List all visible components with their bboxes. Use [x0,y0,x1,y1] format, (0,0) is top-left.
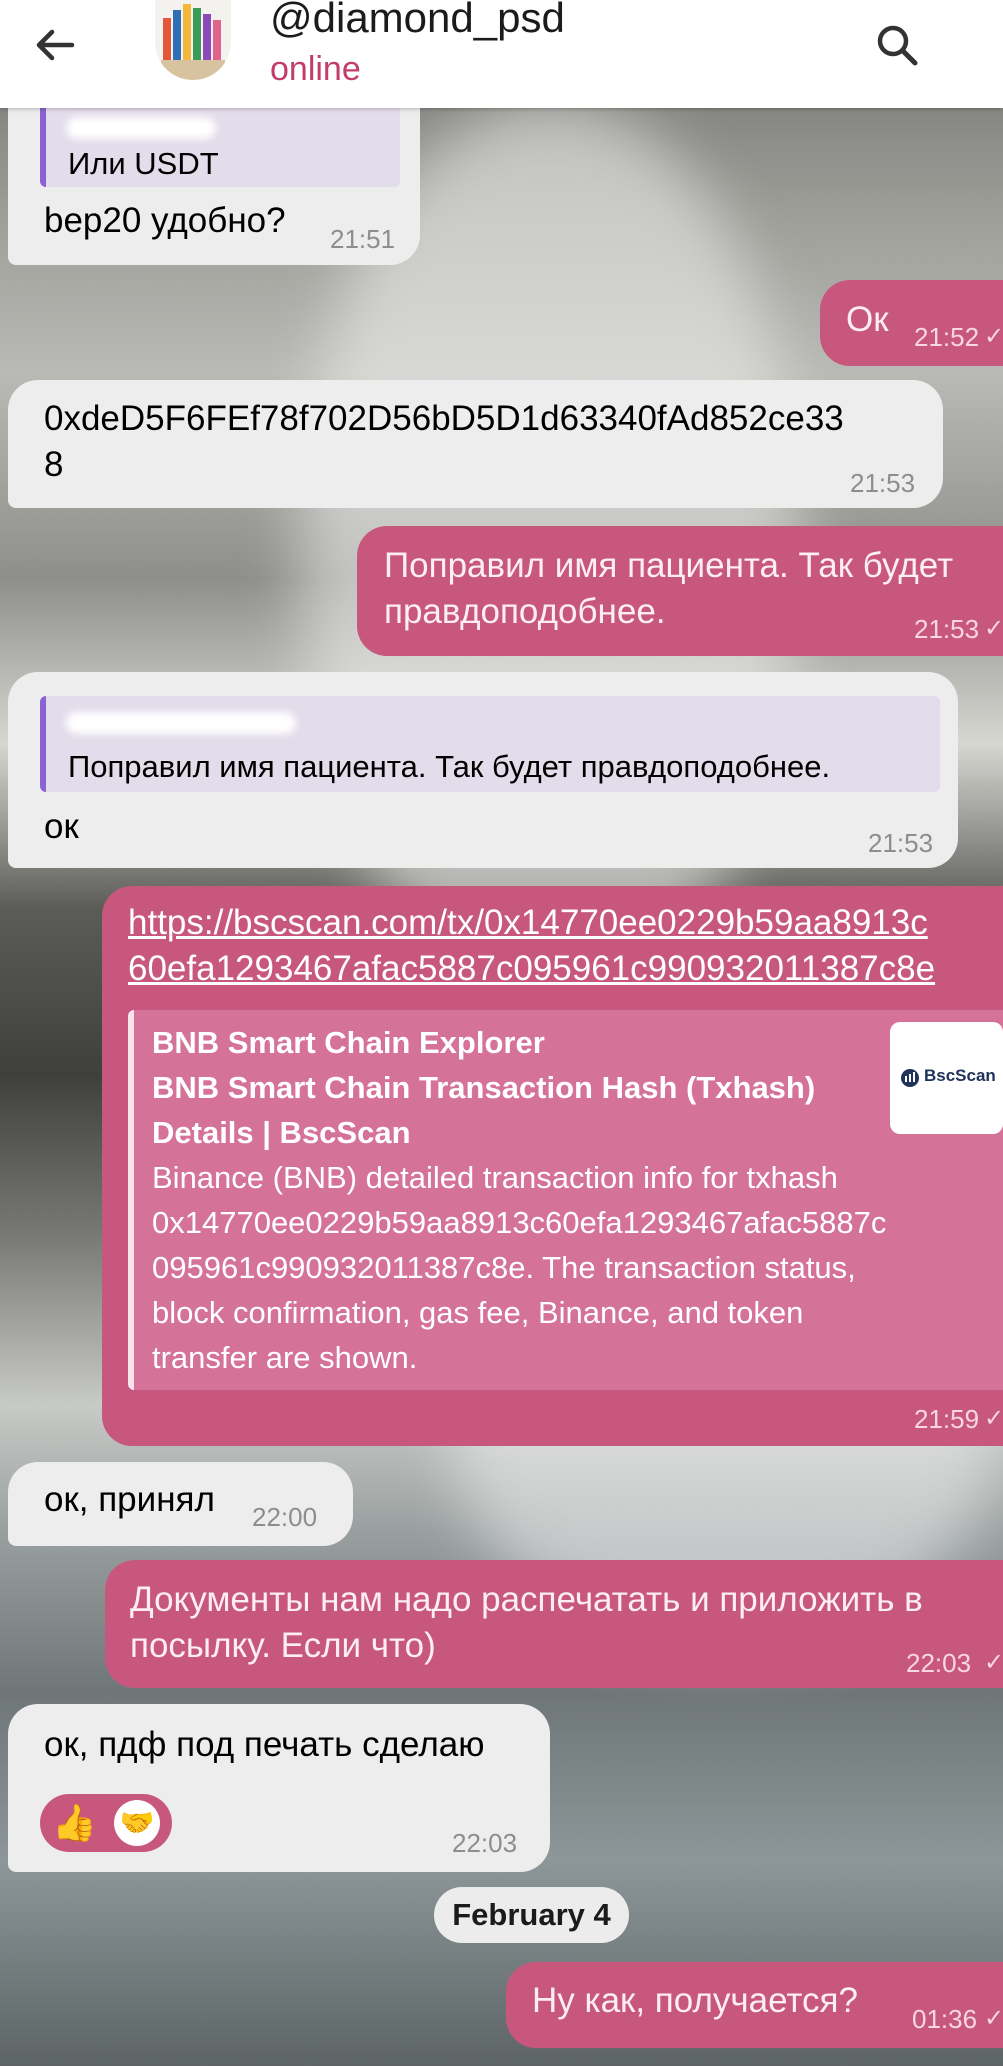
message-time: 01:36 [912,2004,978,2034]
message-time: 22:03 [452,1828,518,1858]
chat-header: @diamond_psd online [0,0,1003,108]
reply-quote[interactable]: Поправил имя пациента. Так будет правдоп… [40,696,940,792]
message-time: 21:51 [330,224,396,254]
quote-text: Поправил имя пациента. Так будет правдоп… [68,749,831,784]
message-text: Документы нам надо распечатать и приложи… [130,1580,923,1619]
online-status: online [270,50,361,88]
message-time: 21:53 [850,468,916,498]
message-text-line2: правдоподобнее. [384,592,666,631]
quote-text: Или USDT [68,146,219,181]
arrow-left-icon [36,29,75,61]
message-text: bep20 удобно? [44,201,286,240]
message-text: ок, принял [44,1480,215,1519]
preview-description: Binance (BNB) detailed transaction info … [152,1160,838,1195]
handshake-icon[interactable]: 🤝 [114,1800,160,1846]
redacted-name [66,117,216,139]
thumbnail-label: BscScan [924,1066,996,1085]
preview-description: block confirmation, gas fee, Binance, an… [152,1295,804,1330]
message-time: 22:03 [906,1648,972,1678]
avatar[interactable] [155,0,231,80]
search-button[interactable] [870,18,926,74]
redacted-name [66,712,296,734]
message-text-line2: 8 [44,445,64,484]
thumbs-up-icon[interactable]: 👍 [52,1802,97,1844]
message-text: ок, пдф под печать сделаю [44,1725,485,1764]
check-icon: ✓ [984,1649,1003,1676]
message-text: Поправил имя пациента. Так будет [384,546,954,585]
date-divider: February 4 [434,1887,629,1943]
check-icon: ✓ [984,323,1003,350]
message-text: Ок [846,300,889,339]
search-icon [877,25,918,66]
message-link-line2[interactable]: 60efa1293467afac5887c095961c990932011387… [128,946,935,992]
chat-title[interactable]: @diamond_psd [270,0,565,42]
preview-description: transfer are shown. [152,1340,418,1375]
avatar-pencils-icon [161,4,225,80]
message-text: Ну как, получается? [532,1981,858,2020]
back-button[interactable] [30,20,80,70]
check-icon: ✓ [984,2005,1003,2032]
check-icon: ✓ [984,615,1003,642]
message-link[interactable]: https://bscscan.com/tx/0x14770ee0229b59a… [128,900,928,946]
check-icon: ✓ [984,1405,1003,1432]
reply-quote[interactable]: Или USDT [40,95,400,187]
preview-site-name: BNB Smart Chain Explorer [152,1025,545,1060]
message-time: 21:59 [914,1404,980,1434]
preview-description: 0x14770ee0229b59aa8913c60efa1293467afac5… [152,1205,887,1240]
message-time: 22:00 [252,1502,318,1532]
preview-title-line2: Details | BscScan [152,1115,411,1150]
message-time: 21:52 [914,322,980,352]
preview-thumbnail[interactable]: BscScan [890,1022,1003,1134]
message-text: ок [44,807,79,846]
message-time: 21:53 [868,828,934,858]
reactions[interactable]: 👍 🤝 [40,1794,172,1852]
bscscan-logo-icon [901,1069,919,1087]
preview-title: BNB Smart Chain Transaction Hash (Txhash… [152,1070,816,1105]
message-text-line2: посылку. Если что) [130,1626,436,1665]
message-text: 0xdeD5F6FEf78f702D56bD5D1d63340fAd852ce3… [44,399,844,438]
preview-description: 095961c990932011387c8e. The transaction … [152,1250,856,1285]
message-time: 21:53 [914,614,980,644]
